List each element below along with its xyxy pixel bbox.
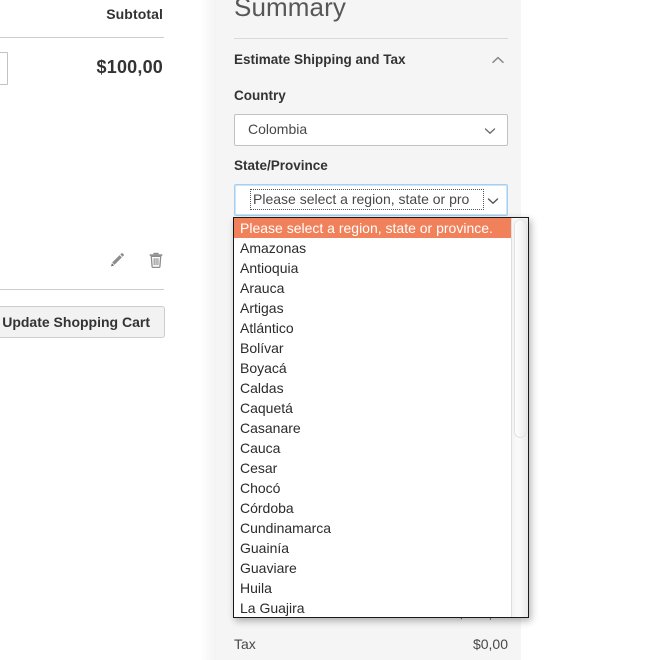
- summary-row-value: $0,00: [472, 636, 508, 652]
- dropdown-option[interactable]: Cundinamarca: [234, 518, 513, 538]
- dropdown-option[interactable]: Bolívar: [234, 338, 513, 358]
- trash-icon[interactable]: [146, 250, 168, 272]
- dropdown-option[interactable]: Please select a region, state or provinc…: [234, 218, 513, 238]
- country-select[interactable]: Colombia: [234, 114, 508, 146]
- cart-bottom-divider: [0, 289, 164, 290]
- dropdown-option[interactable]: Chocó: [234, 478, 513, 498]
- estimate-shipping-tax-toggle[interactable]: Estimate Shipping and Tax: [234, 52, 406, 67]
- dropdown-option[interactable]: Cauca: [234, 438, 513, 458]
- quantity-input[interactable]: [0, 52, 8, 85]
- dropdown-option[interactable]: Antioquia: [234, 258, 513, 278]
- state-province-select[interactable]: Please select a region, state or pro: [234, 184, 508, 216]
- state-province-dropdown-popup[interactable]: Please select a region, state or provinc…: [233, 217, 529, 618]
- country-label: Country: [234, 88, 286, 103]
- dropdown-option-list[interactable]: Please select a region, state or provinc…: [234, 218, 513, 617]
- dropdown-scrollbar[interactable]: [511, 218, 528, 617]
- chevron-down-icon: [483, 124, 497, 138]
- dropdown-option[interactable]: Caldas: [234, 378, 513, 398]
- summary-row-label: Tax: [234, 636, 256, 652]
- pencil-icon[interactable]: [107, 250, 129, 272]
- dropdown-option[interactable]: Guainía: [234, 538, 513, 558]
- dropdown-option[interactable]: Casanare: [234, 418, 513, 438]
- page-title: Summary: [234, 0, 346, 22]
- update-shopping-cart-button[interactable]: Update Shopping Cart: [0, 306, 165, 338]
- dropdown-option[interactable]: Artigas: [234, 298, 513, 318]
- dropdown-option[interactable]: Caquetá: [234, 398, 513, 418]
- dropdown-option[interactable]: Huila: [234, 578, 513, 598]
- cart-row-actions: [100, 250, 180, 274]
- dropdown-option[interactable]: Arauca: [234, 278, 513, 298]
- country-select-value: Colombia: [248, 121, 308, 137]
- dropdown-option[interactable]: Boyacá: [234, 358, 513, 378]
- summary-divider: [234, 38, 508, 39]
- header-divider: [0, 37, 164, 38]
- state-province-select-value: Please select a region, state or pro: [250, 189, 484, 210]
- chevron-up-icon[interactable]: [488, 50, 508, 70]
- dropdown-option[interactable]: Guaviare: [234, 558, 513, 578]
- dropdown-option[interactable]: Amazonas: [234, 238, 513, 258]
- page-root: Subtotal $100,00 Update Shopping Cart Su…: [0, 0, 647, 660]
- dropdown-option[interactable]: Córdoba: [234, 498, 513, 518]
- chevron-down-icon: [486, 194, 500, 208]
- state-province-label: State/Province: [234, 158, 328, 173]
- cart-table-area: Subtotal $100,00 Update Shopping Cart: [0, 0, 216, 660]
- cart-row-subtotal-value: $100,00: [96, 57, 163, 77]
- dropdown-option[interactable]: La Guajira: [234, 598, 513, 617]
- dropdown-option[interactable]: Cesar: [234, 458, 513, 478]
- dropdown-option[interactable]: Atlántico: [234, 318, 513, 338]
- summary-row-tax: Tax $0,00: [234, 636, 508, 658]
- dropdown-scrollbar-thumb[interactable]: [514, 219, 527, 438]
- panel-edge-shadow: [200, 0, 217, 660]
- cart-table-header: Subtotal: [0, 0, 216, 34]
- column-header-subtotal: Subtotal: [106, 6, 163, 22]
